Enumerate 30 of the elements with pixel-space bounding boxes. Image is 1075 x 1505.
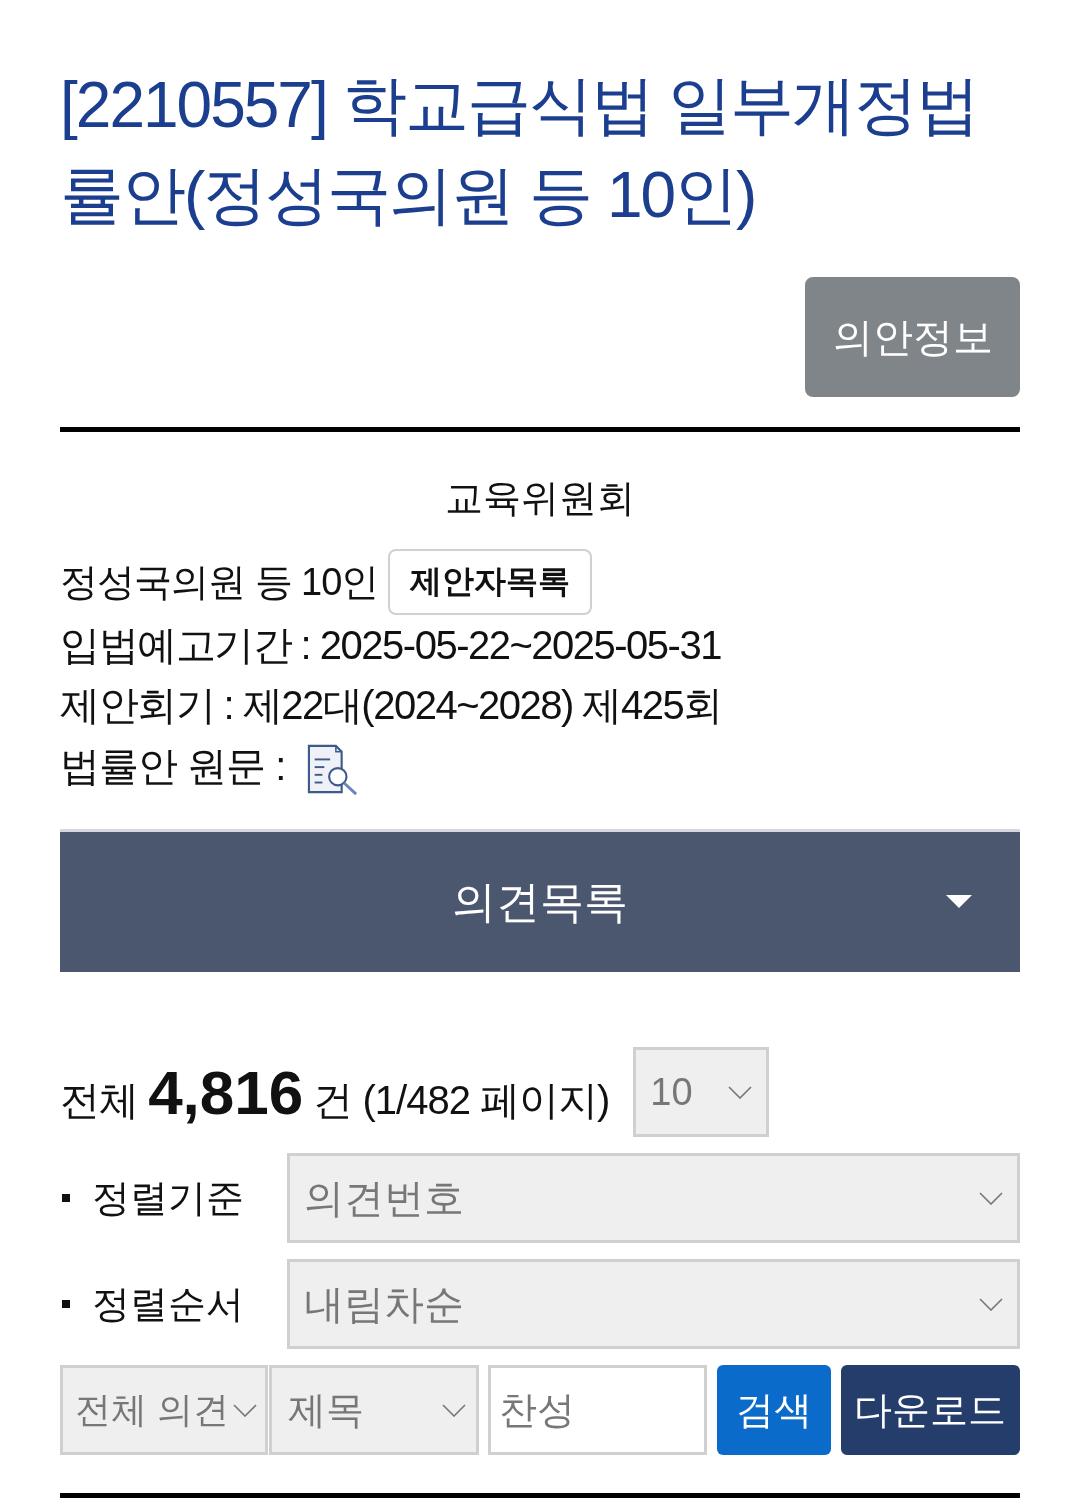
original-text-label: 법률안 원문 :: [60, 742, 286, 790]
result-count: 전체 4,816 건 (1/482 페이지): [60, 1056, 610, 1128]
opinion-list-title: 의견목록: [452, 875, 628, 928]
info-line: 제안회기 : 제22대(2024~2028) 제425회: [60, 682, 723, 729]
sort-select[interactable]: 내림차순: [287, 1259, 1020, 1349]
opinion-list-bar[interactable]: 의견목록: [60, 829, 1020, 972]
sort-select[interactable]: 의견번호: [287, 1153, 1020, 1243]
chevron-down-icon: [441, 1403, 466, 1417]
sort-label: 정렬기준: [92, 1175, 245, 1221]
chevron-down-icon: [979, 1297, 1003, 1311]
proposer-text: 정성국의원 등 10인: [60, 559, 379, 605]
bullet-icon: [62, 1300, 70, 1308]
committee-name: 교육위원회: [444, 476, 636, 521]
caret-down-icon: [946, 895, 972, 908]
bill-title: [2210557] 학교급식법 일부개정법률안(정성국의원 등 10인): [60, 68, 980, 233]
proposer-list-button[interactable]: 제안자목록: [388, 549, 593, 615]
document-search-icon[interactable]: [307, 744, 360, 796]
search-button[interactable]: 검색: [716, 1365, 831, 1455]
info-line: 입법예고기간 : 2025-05-22~2025-05-31: [60, 622, 722, 669]
chevron-down-icon: [728, 1085, 753, 1099]
page-size-select[interactable]: 10: [633, 1047, 770, 1137]
sort-label: 정렬순서: [92, 1281, 245, 1327]
chevron-down-icon: [233, 1403, 258, 1417]
download-button[interactable]: 다운로드: [840, 1365, 1020, 1455]
chevron-down-icon: [979, 1191, 1003, 1205]
field-select[interactable]: 제목: [269, 1365, 479, 1455]
bullet-icon: [62, 1194, 70, 1202]
scope-select[interactable]: 전체 의견: [60, 1365, 269, 1455]
bill-info-button[interactable]: 의안정보: [805, 277, 1020, 397]
search-field[interactable]: 찬성: [487, 1365, 707, 1455]
